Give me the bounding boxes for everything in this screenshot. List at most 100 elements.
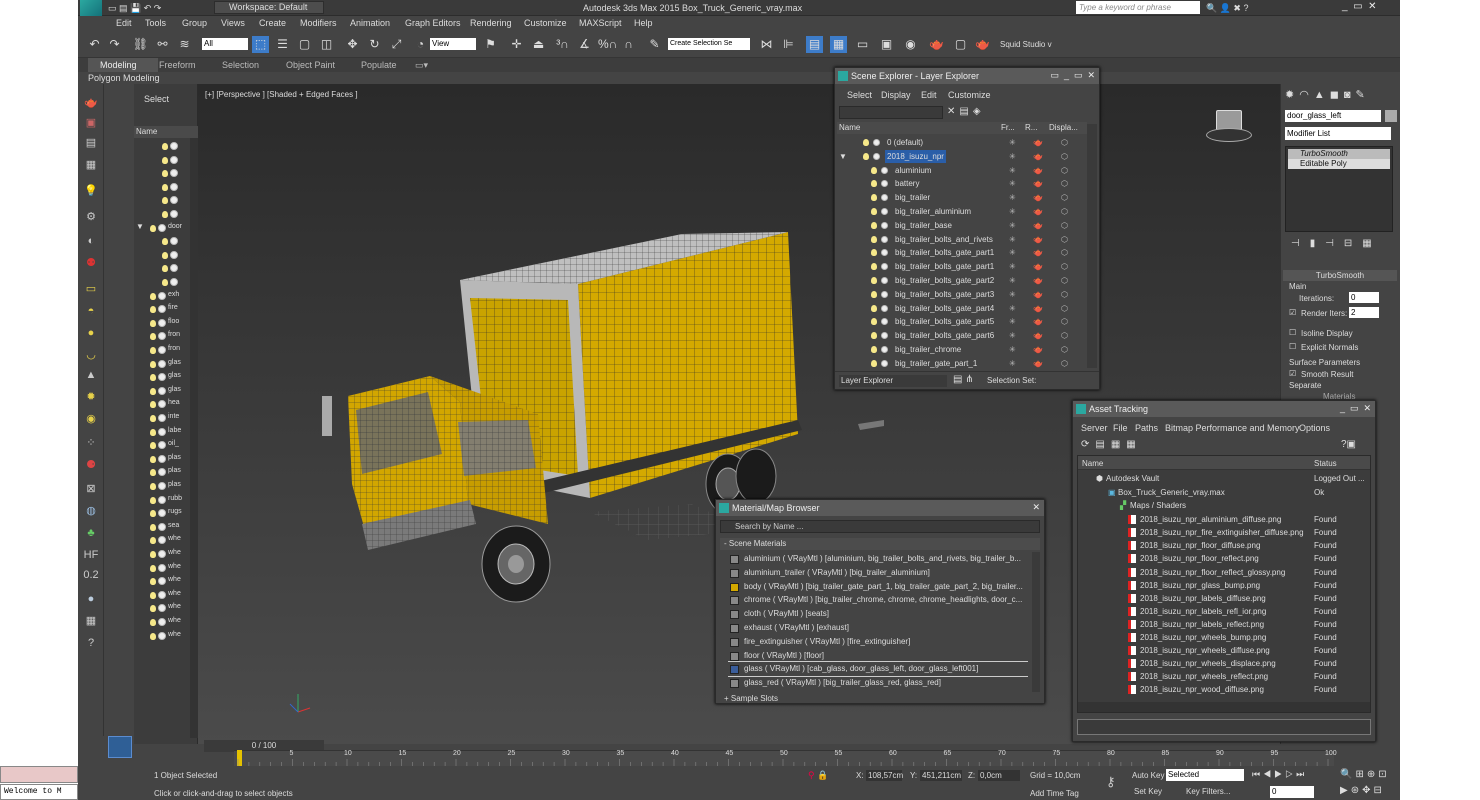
layer-bulb-icon[interactable]: [871, 221, 877, 229]
menu-views[interactable]: Views: [221, 18, 245, 28]
layer-bulb-icon[interactable]: [871, 359, 877, 367]
rect-selection-icon[interactable]: ▢: [296, 36, 313, 53]
layer-bulb-icon[interactable]: [871, 263, 877, 271]
freeze-icon[interactable]: ✳: [1009, 357, 1016, 368]
freeze-icon[interactable]: ✳: [1009, 302, 1016, 316]
window-controls[interactable]: _ ▭ ✕: [1342, 1, 1377, 12]
scene-name-header[interactable]: Name: [134, 126, 198, 138]
x-coordinate[interactable]: 108,57cm: [866, 770, 903, 781]
render-teapot-icon[interactable]: 🫖: [1033, 343, 1043, 357]
turbosmooth-rollout-header[interactable]: TurboSmooth: [1283, 270, 1397, 281]
maxscript-listener-output[interactable]: Welcome to M: [0, 784, 78, 800]
scene-list-item[interactable]: plas: [134, 480, 198, 494]
stack-tools-icons[interactable]: ⊣▮⊣⊟▦: [1291, 238, 1382, 249]
freeze-icon[interactable]: ✳: [1009, 205, 1016, 219]
window-crossing-icon[interactable]: ◫: [318, 36, 335, 53]
expand-arrow-icon[interactable]: ▼: [136, 222, 144, 231]
tab-selection[interactable]: Selection: [222, 60, 259, 70]
camera-icon[interactable]: ⚙: [83, 210, 99, 224]
visibility-bulb-icon[interactable]: [150, 537, 156, 545]
layer-row[interactable]: big_trailer_bolts_gate_part4 ✳ 🫖 ⬡: [837, 302, 1087, 316]
display-box-icon[interactable]: ⬡: [1061, 205, 1068, 219]
render-icon[interactable]: ▣: [83, 116, 99, 130]
dots-icon[interactable]: ⁘: [83, 436, 99, 450]
display-box-icon[interactable]: ⬡: [1061, 329, 1068, 343]
layer-bulb-icon[interactable]: [871, 180, 877, 188]
menu-modifiers[interactable]: Modifiers: [300, 18, 337, 28]
scene-list-item[interactable]: hea: [134, 398, 198, 412]
wire-icon[interactable]: ⊠: [83, 482, 99, 496]
freeze-circle-icon[interactable]: [170, 264, 178, 273]
visibility-bulb-icon[interactable]: [162, 238, 168, 246]
render-teapot-icon[interactable]: 🫖: [1033, 288, 1043, 302]
asset-col-status[interactable]: Status: [1314, 459, 1337, 468]
layer-bulb-icon[interactable]: [871, 332, 877, 340]
freeze-circle-icon[interactable]: [158, 400, 166, 409]
display-box-icon[interactable]: ⬡: [1061, 233, 1068, 247]
freeze-circle-icon[interactable]: [158, 495, 166, 504]
unlink-icon[interactable]: ⚯: [154, 36, 171, 53]
le-menu-select[interactable]: Select: [847, 90, 872, 100]
layer-bulb-icon[interactable]: [871, 346, 877, 353]
material-row[interactable]: glass_red ( VRayMtl ) [big_trailer_glass…: [728, 676, 1028, 690]
material-row[interactable]: floor ( VRayMtl ) [floor]: [728, 649, 1028, 663]
tab-modeling[interactable]: Modeling: [88, 58, 158, 72]
balls-icon[interactable]: ⚈: [83, 458, 99, 472]
display-box-icon[interactable]: ⬡: [1061, 177, 1068, 191]
sphere-icon[interactable]: ●: [83, 326, 99, 340]
key-filters-button[interactable]: Key Filters...: [1186, 787, 1230, 796]
layer-row[interactable]: big_trailer_bolts_gate_part1 ✳ 🫖 ⬡: [837, 246, 1087, 260]
pivot-icon[interactable]: ⚑: [482, 36, 499, 53]
at-menu-server[interactable]: Server: [1081, 423, 1108, 433]
teapot-icon[interactable]: 🫖: [83, 96, 99, 110]
render-iters-checkbox[interactable]: ☑: [1289, 308, 1296, 317]
scene-list-item[interactable]: plas: [134, 466, 198, 480]
viewport-nav-icons-2[interactable]: ▶⊛✥⊟: [1340, 785, 1385, 796]
at-menu-paths[interactable]: Paths: [1135, 423, 1158, 433]
layer-bulb-icon[interactable]: [871, 290, 877, 298]
scene-list-item[interactable]: glas: [134, 371, 198, 385]
display-box-icon[interactable]: ⬡: [1061, 246, 1068, 260]
display-box-icon[interactable]: ⬡: [1061, 136, 1068, 150]
scene-select-label[interactable]: Select: [144, 94, 169, 104]
material-row[interactable]: body ( VRayMtl ) [big_trailer_gate_part_…: [728, 580, 1028, 594]
stack-editable-poly[interactable]: Editable Poly: [1288, 159, 1390, 169]
asset-row[interactable]: 2018_isuzu_npr_labels_refl_ior.png Found: [1078, 605, 1370, 619]
at-menu-options[interactable]: Options: [1299, 423, 1330, 433]
undo-icon[interactable]: ↶: [86, 36, 103, 53]
layer-row[interactable]: big_trailer_bolts_gate_part5 ✳ 🫖 ⬡: [837, 315, 1087, 329]
freeze-circle-icon[interactable]: [158, 359, 166, 368]
render-teapot-icon[interactable]: 🫖: [1033, 205, 1043, 219]
visibility-bulb-icon[interactable]: [162, 156, 168, 164]
selection-filter-dropdown[interactable]: All: [202, 38, 248, 50]
freeze-icon[interactable]: ✳: [1009, 191, 1016, 205]
visibility-bulb-icon[interactable]: [162, 170, 168, 178]
layer-bulb-icon[interactable]: [863, 152, 869, 160]
freeze-circle-icon[interactable]: [158, 631, 166, 640]
reference-coord-dropdown[interactable]: View: [430, 38, 476, 50]
schematic-view-icon[interactable]: ▣: [878, 36, 895, 53]
y-coordinate[interactable]: 451,211cm: [920, 770, 962, 781]
align-icon[interactable]: ⊫: [780, 36, 797, 53]
asset-row[interactable]: 2018_isuzu_npr_wheels_bump.png Found: [1078, 631, 1370, 645]
layer-bulb-icon[interactable]: [871, 194, 877, 202]
tab-populate[interactable]: Populate: [361, 60, 397, 70]
visibility-bulb-icon[interactable]: [162, 251, 168, 259]
link-icon[interactable]: ⛓: [132, 36, 149, 53]
layer-row[interactable]: big_trailer_bolts_gate_part6 ✳ 🫖 ⬡: [837, 329, 1087, 343]
layer-row[interactable]: big_trailer_aluminium ✳ 🫖 ⬡: [837, 205, 1087, 219]
freeze-circle-icon[interactable]: [158, 577, 166, 586]
display-box-icon[interactable]: ⬡: [1061, 274, 1068, 288]
asset-hscrollbar[interactable]: [1078, 702, 1370, 712]
freeze-circle-icon[interactable]: [158, 223, 166, 232]
layer-row[interactable]: big_trailer_bolts_gate_part3 ✳ 🫖 ⬡: [837, 288, 1087, 302]
visibility-bulb-icon[interactable]: [150, 564, 156, 572]
layer-row[interactable]: big_trailer_chrome ✳ 🫖 ⬡: [837, 343, 1087, 357]
le-menu-customize[interactable]: Customize: [948, 90, 991, 100]
scene-list-item[interactable]: [134, 262, 198, 276]
material-row[interactable]: aluminium ( VRayMtl ) [aluminium, big_tr…: [728, 552, 1028, 566]
layer-row[interactable]: battery ✳ 🫖 ⬡: [837, 177, 1087, 191]
layer-scrollbar[interactable]: [1087, 124, 1097, 368]
layer-toolbar-icons[interactable]: ✕▤◈: [947, 106, 985, 117]
explicit-normals-checkbox[interactable]: ☐: [1289, 342, 1296, 351]
